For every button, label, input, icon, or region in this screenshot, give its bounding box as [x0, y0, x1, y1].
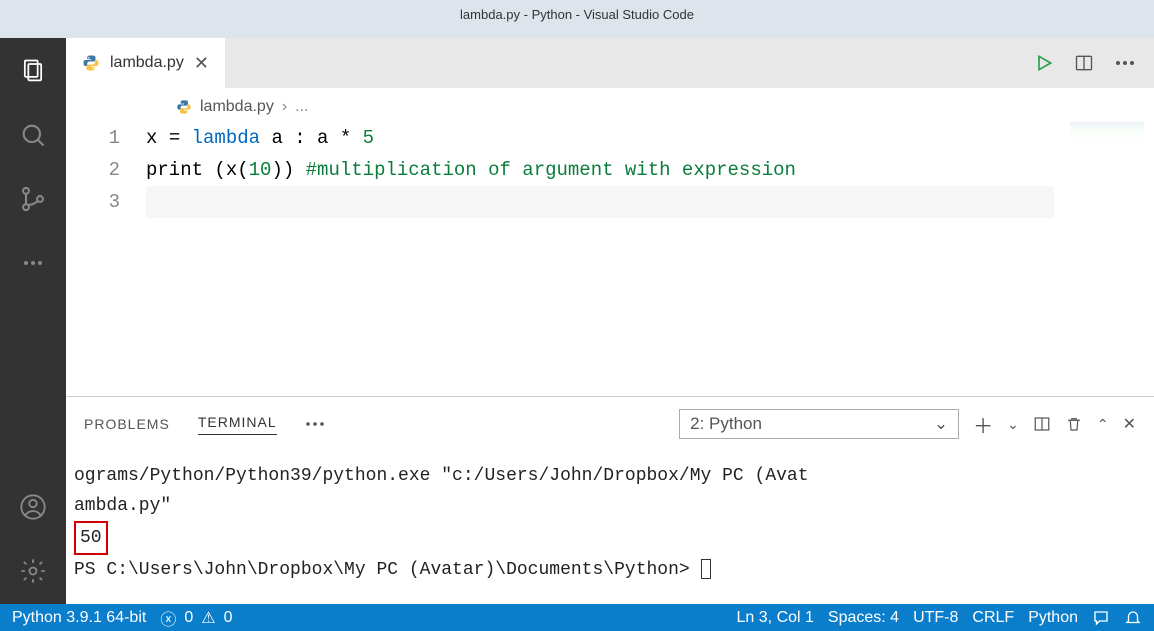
- split-editor-icon[interactable]: [1074, 53, 1094, 73]
- window-title: lambda.py - Python - Visual Studio Code: [460, 7, 694, 22]
- terminal-prompt: PS C:\Users\John\Dropbox\My PC (Avatar)\…: [74, 560, 701, 580]
- breadcrumb-filename: lambda.py: [200, 98, 274, 116]
- settings-gear-icon[interactable]: [18, 556, 48, 586]
- close-tab-icon[interactable]: ✕: [194, 53, 209, 74]
- terminal-body[interactable]: ograms/Python/Python39/python.exe "c:/Us…: [66, 447, 1154, 604]
- status-cursor-position[interactable]: Ln 3, Col 1: [737, 609, 814, 627]
- chevron-right-icon: ›: [282, 98, 287, 116]
- breadcrumb-rest: ...: [295, 98, 308, 116]
- code-editor[interactable]: 1 2 3 x = lambda a : a * 5 print (x(10))…: [66, 122, 1154, 396]
- breadcrumb[interactable]: lambda.py › ...: [66, 88, 1154, 122]
- feedback-icon[interactable]: [1092, 609, 1110, 627]
- python-file-icon: [82, 54, 100, 72]
- close-panel-icon[interactable]: ✕: [1123, 414, 1136, 434]
- status-language[interactable]: Python: [1028, 609, 1078, 627]
- notifications-icon[interactable]: [1124, 609, 1142, 627]
- bottom-panel: PROBLEMS TERMINAL 2: Python ⌄ ＋ ⌄: [66, 396, 1154, 604]
- terminal-line: ambda.py": [74, 491, 1146, 521]
- search-icon[interactable]: [18, 120, 48, 150]
- more-icon[interactable]: [18, 248, 48, 278]
- error-icon: ⓧ: [160, 606, 176, 630]
- chevron-down-icon: ⌄: [934, 414, 948, 434]
- more-actions-icon[interactable]: [1114, 60, 1136, 66]
- code-line[interactable]: [146, 186, 1054, 218]
- terminal-selector[interactable]: 2: Python ⌄: [679, 409, 959, 439]
- terminal-cursor: [701, 559, 711, 579]
- account-icon[interactable]: [18, 492, 48, 522]
- chevron-down-icon[interactable]: ⌄: [1007, 416, 1019, 433]
- status-encoding[interactable]: UTF-8: [913, 609, 958, 627]
- terminal-output: 50: [74, 521, 108, 555]
- menu-bar[interactable]: [0, 28, 1154, 38]
- split-terminal-icon[interactable]: [1033, 415, 1051, 433]
- terminal-tab[interactable]: TERMINAL: [198, 414, 277, 435]
- terminal-selector-label: 2: Python: [690, 414, 762, 434]
- problems-tab[interactable]: PROBLEMS: [84, 416, 170, 432]
- tab-filename: lambda.py: [110, 54, 184, 72]
- tab-bar: lambda.py ✕: [66, 38, 1154, 88]
- run-icon[interactable]: [1034, 53, 1054, 73]
- code-line[interactable]: x = lambda a : a * 5: [146, 122, 1054, 154]
- line-gutter: 1 2 3: [66, 122, 146, 396]
- title-bar: lambda.py - Python - Visual Studio Code: [0, 0, 1154, 28]
- editor-tab[interactable]: lambda.py ✕: [66, 38, 225, 88]
- code-line[interactable]: print (x(10)) #multiplication of argumen…: [146, 154, 1054, 186]
- editor-area: lambda.py ✕ lambda.py › ...: [66, 38, 1154, 604]
- source-control-icon[interactable]: [18, 184, 48, 214]
- python-file-icon: [176, 99, 192, 115]
- status-python-version[interactable]: Python 3.9.1 64-bit: [12, 609, 146, 627]
- trash-icon[interactable]: [1065, 415, 1083, 433]
- warning-icon: ⚠: [201, 608, 215, 628]
- chevron-up-icon[interactable]: ⌃: [1097, 416, 1109, 433]
- status-errors[interactable]: ⓧ 0 ⚠ 0: [160, 606, 232, 630]
- terminal-line: ograms/Python/Python39/python.exe "c:/Us…: [74, 461, 1146, 491]
- panel-more-icon[interactable]: [305, 421, 325, 427]
- activity-bar: [0, 38, 66, 604]
- status-eol[interactable]: CRLF: [972, 609, 1014, 627]
- explorer-icon[interactable]: [18, 56, 48, 86]
- new-terminal-icon[interactable]: ＋: [973, 410, 993, 439]
- minimap[interactable]: [1070, 122, 1144, 142]
- status-bar: Python 3.9.1 64-bit ⓧ 0 ⚠ 0 Ln 3, Col 1 …: [0, 604, 1154, 631]
- status-indentation[interactable]: Spaces: 4: [828, 609, 899, 627]
